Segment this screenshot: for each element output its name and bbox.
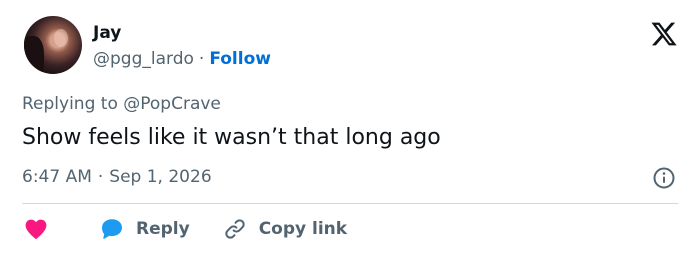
info-icon[interactable] xyxy=(652,166,676,190)
x-logo-icon[interactable] xyxy=(650,20,678,48)
like-button[interactable] xyxy=(24,218,48,240)
avatar[interactable] xyxy=(24,16,82,74)
copy-link-button[interactable]: Copy link xyxy=(223,217,347,241)
reply-button[interactable]: Reply xyxy=(100,217,190,241)
speech-bubble-icon xyxy=(102,219,122,239)
tweet-text: Show feels like it wasn’t that long ago xyxy=(22,125,441,150)
author-name[interactable]: Jay xyxy=(93,22,121,44)
tweet-date: Sep 1, 2026 xyxy=(109,167,212,187)
copy-link-label: Copy link xyxy=(258,219,348,239)
handle-separator: · xyxy=(198,49,205,69)
tweet-timestamp[interactable]: 6:47 AM · Sep 1, 2026 xyxy=(22,165,212,189)
divider xyxy=(22,203,678,204)
handle-row: @pgg_lardo · Follow xyxy=(93,47,271,71)
author-handle[interactable]: @pgg_lardo xyxy=(93,49,194,69)
tweet-actions: Reply Copy link xyxy=(24,214,380,244)
timestamp-separator: · xyxy=(97,167,104,187)
reply-label: Reply xyxy=(136,219,190,239)
link-icon xyxy=(225,219,245,239)
reply-mention-link[interactable]: @PopCrave xyxy=(123,94,221,114)
reply-context: Replying to @PopCrave xyxy=(22,92,221,116)
avatar-face xyxy=(54,29,68,47)
heart-icon xyxy=(25,219,47,240)
reply-prefix: Replying to xyxy=(22,94,118,114)
follow-button[interactable]: Follow xyxy=(209,49,271,69)
avatar-hair xyxy=(24,36,44,74)
tweet-time: 6:47 AM xyxy=(22,167,92,187)
